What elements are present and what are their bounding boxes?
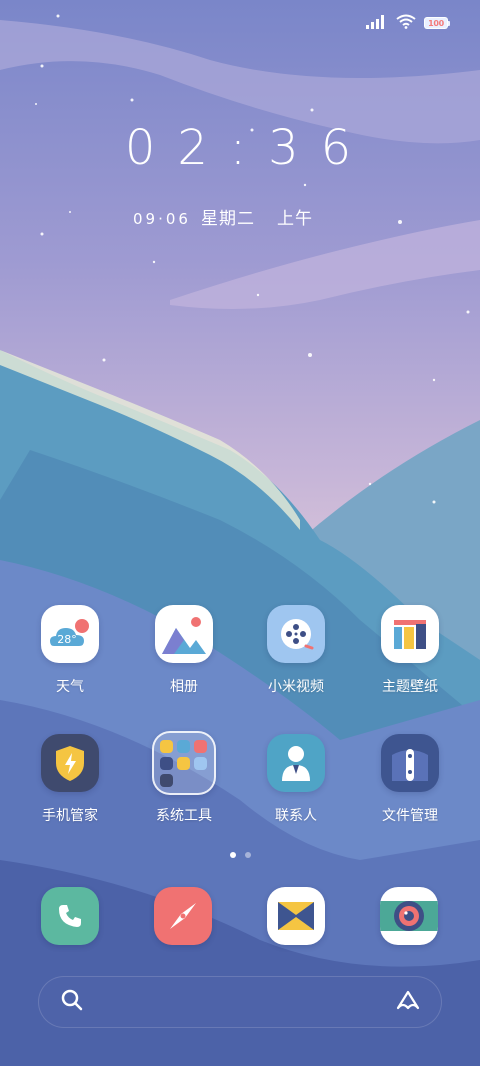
battery-icon: 100 [424, 17, 450, 29]
page-indicator[interactable] [0, 852, 480, 858]
date-label: 09·06 [133, 210, 191, 228]
app-folder-tools[interactable]: 系统工具 [134, 731, 234, 825]
page-dot-active [229, 852, 236, 858]
ampm-label: 上午 [276, 209, 313, 229]
file-manager-icon [381, 734, 439, 792]
app-label-gallery: 相册 [170, 679, 198, 695]
assistant-icon[interactable] [395, 989, 421, 1015]
folder-icon [152, 731, 216, 795]
app-themes[interactable]: 主题壁纸 [360, 605, 460, 696]
app-label-contacts: 联系人 [275, 808, 317, 824]
app-gallery[interactable]: 相册 [134, 605, 234, 696]
app-label-folder-tools: 系统工具 [156, 808, 212, 824]
search-bar[interactable] [38, 976, 442, 1028]
wifi-icon [396, 14, 416, 33]
browser-compass-icon[interactable] [154, 887, 212, 945]
weather-icon: 28° [41, 605, 99, 663]
camera-icon[interactable] [380, 887, 438, 945]
phone-icon[interactable] [41, 887, 99, 945]
signal-bars-icon [366, 14, 388, 33]
weekday-label: 星期二 [200, 209, 255, 229]
theme-icon [381, 605, 439, 663]
weather-temp: 28° [57, 633, 77, 646]
video-reel-icon [267, 605, 325, 663]
search-icon[interactable] [61, 989, 83, 1015]
clock-time[interactable]: 02:36 [0, 120, 480, 176]
status-bar: 100 [366, 12, 450, 34]
app-label-files: 文件管理 [382, 808, 438, 824]
app-label-video: 小米视频 [268, 679, 324, 695]
app-contacts[interactable]: 联系人 [246, 734, 346, 825]
app-label-weather: 天气 [56, 679, 84, 695]
app-label-themes: 主题壁纸 [382, 679, 438, 695]
battery-level: 100 [424, 17, 448, 29]
gallery-icon [155, 605, 213, 663]
date-row[interactable]: 09·06 星期二 上午 [133, 204, 313, 229]
app-video[interactable]: 小米视频 [246, 605, 346, 696]
app-weather[interactable]: 28° 天气 [20, 605, 120, 696]
page-dot [244, 852, 251, 858]
app-label-security: 手机管家 [42, 808, 98, 824]
contacts-icon [267, 734, 325, 792]
security-shield-icon [41, 734, 99, 792]
app-files[interactable]: 文件管理 [360, 734, 460, 825]
messages-icon[interactable] [267, 887, 325, 945]
app-security[interactable]: 手机管家 [20, 734, 120, 825]
